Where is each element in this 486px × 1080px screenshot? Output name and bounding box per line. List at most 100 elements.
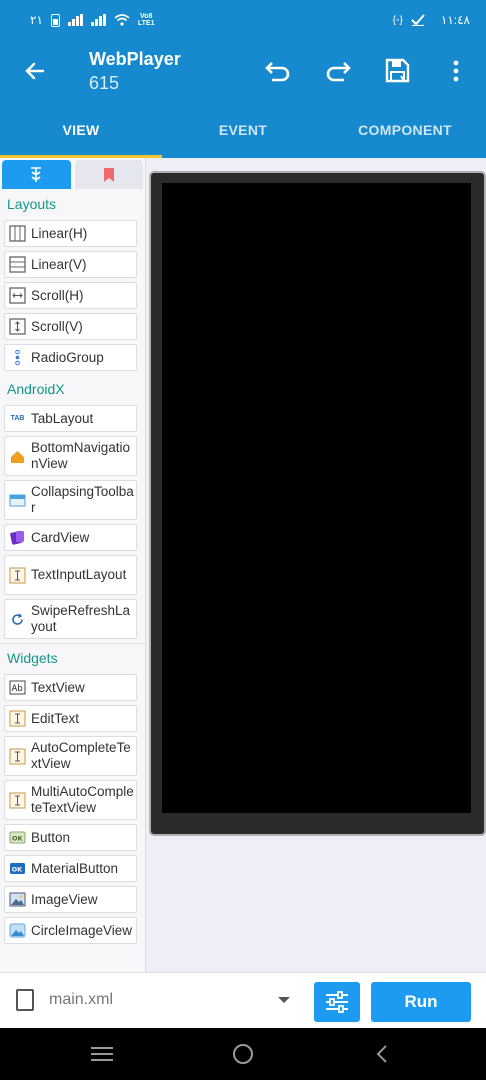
more-vert-icon xyxy=(453,60,459,82)
scroll-v-icon xyxy=(9,318,26,335)
section-widgets: Widgets xyxy=(7,650,58,666)
edittext-icon xyxy=(9,710,26,727)
palette-item-circle-imageview[interactable]: CircleImageView xyxy=(4,917,137,944)
editor-tabs: VIEW EVENT COMPONENT xyxy=(0,102,486,158)
chevron-left-icon xyxy=(376,1045,387,1063)
wifi-icon xyxy=(114,14,130,26)
palette-item-swipe-refresh-layout[interactable]: SwipeRefreshLayout xyxy=(4,599,137,639)
palette-item-label: Button xyxy=(31,829,71,845)
palette-item-label: BottomNavigationView xyxy=(31,440,131,471)
status-time: ١١:٤٨ xyxy=(440,13,470,27)
project-title: WebPlayer xyxy=(89,49,181,69)
battery-icon xyxy=(50,13,60,27)
palette-item-button[interactable]: OK Button xyxy=(4,824,137,851)
palette-tab-widgets[interactable] xyxy=(2,160,71,189)
button-icon: OK xyxy=(9,829,26,846)
palette-item-scroll-v[interactable]: Scroll(V) xyxy=(4,313,137,340)
palette-item-label: MaterialButton xyxy=(31,860,119,876)
palette-tabs xyxy=(0,158,145,190)
image-icon xyxy=(9,891,26,908)
palette-item-bottom-navigation[interactable]: BottomNavigationView xyxy=(4,436,137,476)
scroll-h-icon xyxy=(9,287,26,304)
palette-item-linear-h[interactable]: Linear(H) xyxy=(4,220,137,247)
palette-tab-bookmarks[interactable] xyxy=(74,160,143,189)
more-button[interactable] xyxy=(438,53,474,89)
palette-item-imageview[interactable]: ImageView xyxy=(4,886,137,913)
svg-text:OK: OK xyxy=(12,835,24,843)
dropdown-arrow-icon[interactable] xyxy=(278,997,290,1003)
svg-text:OK: OK xyxy=(12,866,24,874)
bottom-toolbar: main.xml Run xyxy=(0,972,486,1028)
material-button-icon: OK xyxy=(9,860,26,877)
device-preview-frame xyxy=(149,171,486,836)
palette-item-multi-autocomplete-textview[interactable]: MultiAutoCompleteTextView xyxy=(4,780,137,820)
home-button[interactable] xyxy=(227,1038,259,1070)
palette-item-label: ImageView xyxy=(31,891,98,907)
svg-text:Ab: Ab xyxy=(12,684,23,694)
palette-item-linear-v[interactable]: Linear(V) xyxy=(4,251,137,278)
home-circle-icon xyxy=(233,1044,253,1064)
project-id: 615 xyxy=(89,73,120,93)
undo-icon xyxy=(265,62,290,82)
palette-item-scroll-h[interactable]: Scroll(H) xyxy=(4,282,137,309)
section-layouts: Layouts xyxy=(7,196,57,212)
save-button[interactable] xyxy=(380,53,416,89)
status-left: ٢١ Vo8 LTE1 xyxy=(30,13,155,27)
redo-button[interactable] xyxy=(320,53,356,89)
sliders-icon xyxy=(326,991,348,1013)
linear-v-icon xyxy=(9,256,26,273)
palette-item-label: MultiAutoCompleteTextView xyxy=(31,784,134,815)
palette-item-label: Scroll(H) xyxy=(31,287,84,303)
device-preview-screen[interactable] xyxy=(162,183,471,813)
palette-item-label: AutoCompleteTextView xyxy=(31,740,131,771)
volte-badge: Vo8 LTE1 xyxy=(137,13,155,27)
tab-component[interactable]: COMPONENT xyxy=(324,102,486,158)
circle-image-icon xyxy=(9,922,26,939)
signal-icon-2 xyxy=(90,14,106,26)
back-button[interactable] xyxy=(18,54,52,88)
status-right: {◦} ١١:٤٨ xyxy=(393,13,470,27)
palette-item-label: TextInputLayout xyxy=(31,567,127,582)
palette-item-edittext[interactable]: EditText xyxy=(4,705,137,732)
palette-item-label: CircleImageView xyxy=(31,922,133,938)
palette-item-autocomplete-textview[interactable]: AutoCompleteTextView xyxy=(4,736,137,776)
properties-button[interactable] xyxy=(314,982,360,1022)
palette-item-tablayout[interactable]: TAB TabLayout xyxy=(4,405,137,432)
design-canvas xyxy=(147,158,486,972)
status-left-text: ٢١ xyxy=(30,13,43,27)
palette-item-label: SwipeRefreshLayout xyxy=(31,603,131,634)
palette-item-collapsing-toolbar[interactable]: CollapsingToolbar xyxy=(4,480,137,520)
palette-item-cardview[interactable]: CardView xyxy=(4,524,137,551)
palette-item-label: TabLayout xyxy=(31,410,94,426)
palette-item-label: Scroll(V) xyxy=(31,318,83,334)
app-bar: WebPlayer 615 xyxy=(0,40,486,102)
file-icon xyxy=(16,989,34,1011)
system-back-button[interactable] xyxy=(366,1038,398,1070)
text-input-icon xyxy=(9,567,26,584)
undo-button[interactable] xyxy=(260,53,296,89)
run-button[interactable]: Run xyxy=(371,982,471,1022)
radiogroup-icon xyxy=(9,349,26,366)
palette-item-label: Linear(V) xyxy=(31,256,87,272)
palette-item-text-input-layout[interactable]: TextInputLayout xyxy=(4,555,137,595)
tab-event[interactable]: EVENT xyxy=(162,102,324,158)
palette-item-radiogroup[interactable]: RadioGroup xyxy=(4,344,137,371)
recents-button[interactable] xyxy=(86,1038,118,1070)
palette-item-material-button[interactable]: OK MaterialButton xyxy=(4,855,137,882)
system-nav-bar xyxy=(0,1028,486,1080)
multi-autocomplete-icon xyxy=(9,792,26,809)
section-androidx: AndroidX xyxy=(7,381,65,397)
palette-item-textview[interactable]: Ab TextView xyxy=(4,674,137,701)
bookmark-icon xyxy=(103,167,114,182)
palette-item-label: EditText xyxy=(31,710,80,726)
palette-item-label: RadioGroup xyxy=(31,349,104,365)
file-selector[interactable]: main.xml xyxy=(49,991,113,1009)
tab-icon: TAB xyxy=(10,415,25,422)
palette-item-label: CardView xyxy=(31,529,90,545)
title-block: WebPlayer 615 xyxy=(89,48,181,96)
refresh-icon xyxy=(9,611,26,628)
toolbar-icon xyxy=(9,492,26,509)
signal-icon xyxy=(67,14,83,26)
tab-view[interactable]: VIEW xyxy=(0,102,162,158)
save-icon xyxy=(385,58,410,83)
